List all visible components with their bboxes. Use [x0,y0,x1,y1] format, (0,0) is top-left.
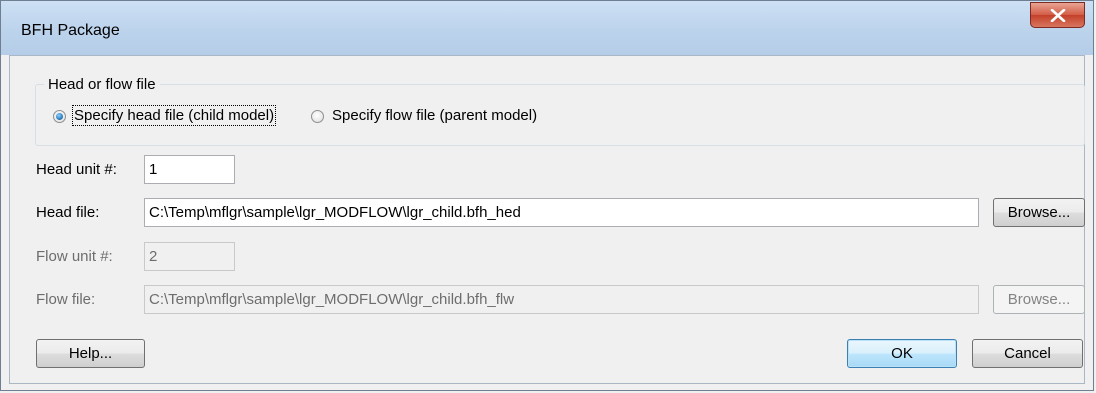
cancel-button[interactable]: Cancel [972,339,1083,368]
head-file-input[interactable]: C:\Temp\mflgr\sample\lgr_MODFLOW\lgr_chi… [144,198,979,227]
head-unit-input[interactable]: 1 [144,155,235,184]
window-title: BFH Package [21,22,120,39]
flow-file-radio[interactable] [311,110,324,123]
title-bar[interactable]: BFH Package [1,1,1093,55]
head-file-radio[interactable] [53,110,66,123]
flow-file-radio-label[interactable]: Specify flow file (parent model) [332,107,537,124]
browse-head-button[interactable]: Browse... [993,198,1085,227]
bfh-package-dialog: BFH Package [0,0,1094,391]
head-file-radio-label[interactable]: Specify head file (child model) [71,105,277,126]
close-button[interactable] [1030,2,1085,28]
groupbox-title: Head or flow file [44,76,160,93]
browse-flow-button[interactable]: Browse... [993,285,1085,314]
head-unit-label: Head unit #: [36,161,117,178]
close-icon [1050,9,1066,22]
flow-unit-label: Flow unit #: [36,248,113,265]
flow-file-input[interactable]: C:\Temp\mflgr\sample\lgr_MODFLOW\lgr_chi… [144,285,979,314]
help-button[interactable]: Help... [36,339,145,368]
head-file-label: Head file: [36,204,100,221]
ok-button[interactable]: OK [847,339,957,368]
flow-unit-input[interactable]: 2 [144,242,235,271]
flow-file-label: Flow file: [36,291,96,308]
